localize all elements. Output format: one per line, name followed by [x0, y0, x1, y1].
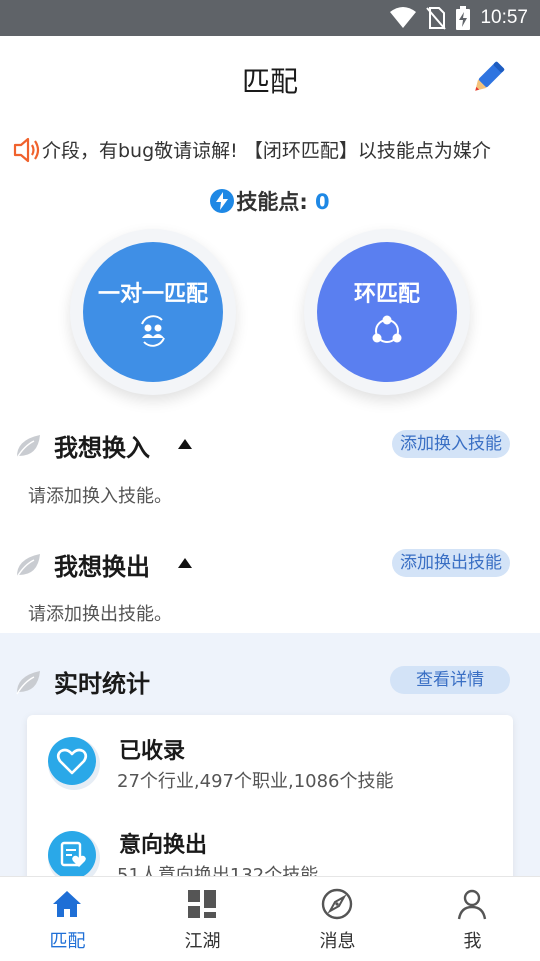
caret-up-icon[interactable] — [176, 436, 194, 452]
speaker-icon — [13, 137, 40, 163]
add-want-out-skill-button[interactable]: 添加换出技能 — [392, 549, 510, 577]
heart-badge-icon — [48, 737, 100, 790]
tab-messages[interactable]: 消息 — [270, 877, 405, 961]
header: 匹配 — [0, 36, 540, 120]
stat-title: 意向换出 — [119, 833, 208, 858]
ring-match-label: 环匹配 — [353, 282, 420, 307]
stat-subtitle: 27个行业,497个职业,1086个技能 — [117, 771, 394, 792]
two-users-swap-icon — [141, 315, 165, 347]
stat-title: 已收录 — [119, 739, 186, 764]
one-to-one-match-label: 一对一匹配 — [97, 282, 208, 307]
want-in-title: 我想换入 — [54, 434, 150, 462]
view-details-button[interactable]: 查看详情 — [390, 666, 510, 694]
status-time: 10:57 — [480, 7, 528, 28]
bottom-tab-bar: 匹配 江湖 消息 我 — [0, 876, 540, 960]
leaf-icon — [16, 554, 40, 578]
want-out-title: 我想换出 — [54, 553, 150, 581]
tab-label: 消息 — [319, 931, 356, 952]
dashboard-grid-icon — [188, 890, 216, 918]
caret-up-icon[interactable] — [176, 555, 194, 571]
ring-match-button[interactable]: 环匹配 — [304, 229, 470, 395]
home-icon — [53, 891, 81, 917]
want-out-section: 我想换出 添加换出技能 — [0, 543, 540, 587]
tab-label: 我 — [463, 931, 482, 952]
add-want-in-skill-button[interactable]: 添加换入技能 — [392, 430, 510, 458]
want-in-hint: 请添加换入技能。 — [28, 486, 172, 507]
skill-points-value: 0 — [315, 190, 330, 214]
leaf-icon — [16, 435, 40, 459]
edit-pencil-icon[interactable] — [468, 58, 508, 98]
tab-match[interactable]: 匹配 — [0, 877, 135, 961]
skill-points: 技能点: 0 — [0, 186, 540, 216]
compass-icon — [321, 888, 353, 920]
battery-charging-icon — [456, 6, 471, 30]
announcement-marquee: 介段，有bug敬请谅解! 【闭环匹配】以技能点为媒介 — [0, 130, 540, 170]
stats-title: 实时统计 — [54, 670, 150, 698]
lightning-icon — [210, 189, 235, 213]
page-title: 匹配 — [241, 65, 298, 98]
wifi-icon — [390, 7, 417, 28]
want-out-hint: 请添加换出技能。 — [28, 604, 172, 625]
want-in-section: 我想换入 添加换入技能 — [0, 424, 540, 468]
user-icon — [457, 889, 487, 920]
no-sim-icon — [426, 7, 447, 30]
skill-points-label: 技能点: — [236, 190, 308, 214]
ring-network-icon — [372, 315, 402, 343]
announcement-text: 介段，有bug敬请谅解! 【闭环匹配】以技能点为媒介 — [42, 140, 491, 162]
status-bar: 10:57 — [0, 0, 540, 36]
tab-label: 江湖 — [184, 931, 221, 952]
tab-jianghu[interactable]: 江湖 — [135, 877, 270, 961]
leaf-icon — [16, 671, 40, 695]
tab-me[interactable]: 我 — [405, 877, 540, 961]
tab-label: 匹配 — [49, 931, 86, 952]
stats-section: 实时统计 查看详情 — [0, 660, 540, 704]
one-to-one-match-button[interactable]: 一对一匹配 — [70, 229, 236, 395]
